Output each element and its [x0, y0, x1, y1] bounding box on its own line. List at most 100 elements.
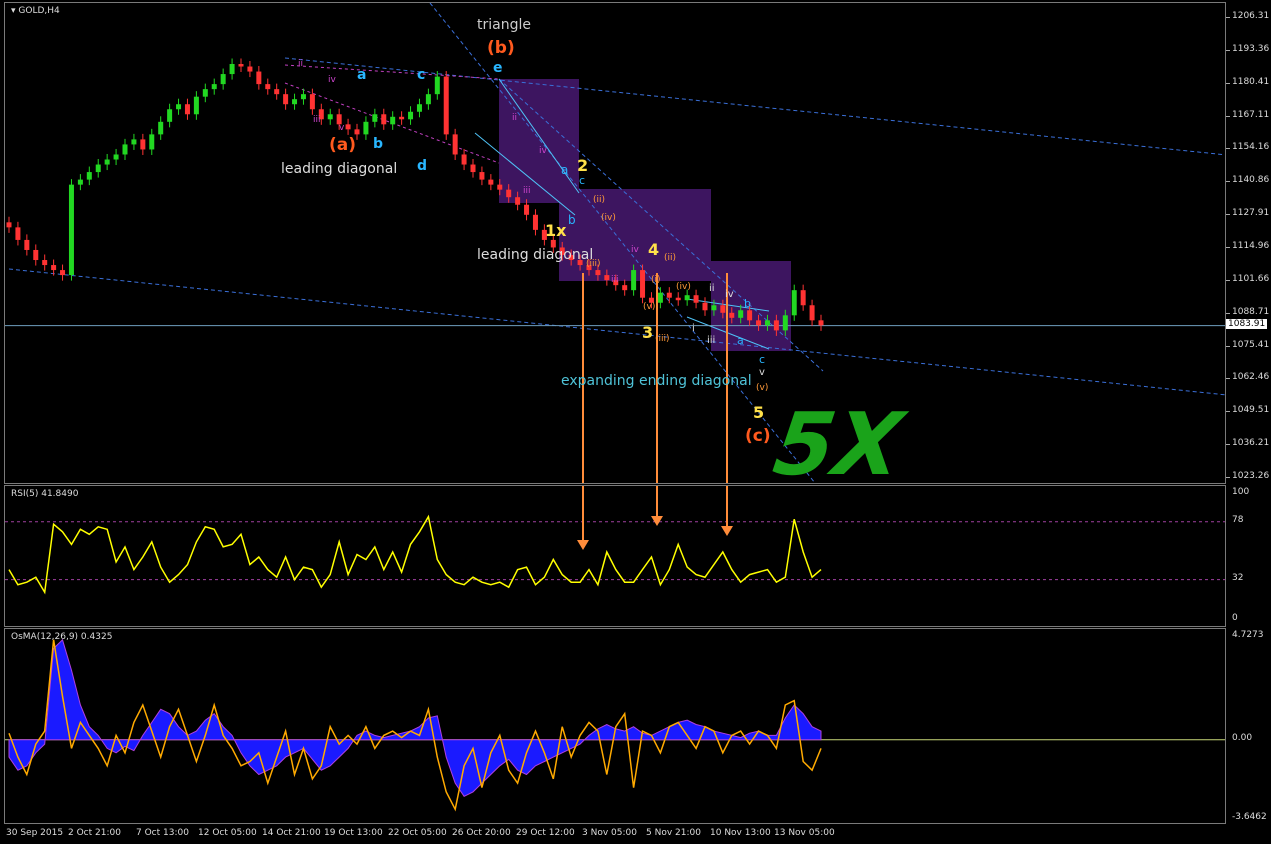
candle-body [711, 305, 717, 311]
time-tick-label: 3 Nov 05:00 [582, 828, 637, 838]
price-tick-mark [1226, 411, 1230, 413]
candle-body [95, 164, 101, 173]
candle-body [292, 99, 298, 105]
osma-axis[interactable]: 4.7273 0.00 -3.6462 [1226, 628, 1271, 824]
label-small-c-4: c [759, 353, 766, 366]
candle-body [657, 292, 663, 303]
candle-body [256, 71, 262, 85]
candle-body [300, 94, 306, 100]
candle-body [247, 66, 253, 72]
candle-body [6, 222, 12, 228]
candle-body [211, 84, 217, 90]
candle-body [149, 134, 155, 150]
price-tick-label: 1140.86 [1232, 175, 1270, 186]
candle-body [443, 76, 449, 135]
candle-body [113, 154, 119, 160]
candle-body [782, 315, 788, 331]
rsi-tick-label: 78 [1232, 514, 1244, 525]
candle-body [809, 305, 815, 321]
label-leading-diagonal-1: leading diagonal [281, 161, 398, 177]
label-small-b-2: b [568, 213, 576, 227]
rsi-pane[interactable]: RSI(5) 41.8490 [4, 485, 1226, 627]
label-small-ii-4: ii [709, 283, 715, 294]
candle-body [497, 184, 503, 190]
candle-body [345, 124, 351, 130]
price-axis[interactable]: 1206.31 1193.36 1180.41 1167.11 1154.16 1140.… [1226, 2, 1271, 484]
time-tick-label: 14 Oct 21:00 [262, 828, 321, 838]
rsi-title: RSI(5) 41.8490 [11, 489, 79, 499]
price-tick-label: 1167.11 [1232, 109, 1270, 120]
candle-body [354, 129, 360, 135]
candle-body [363, 121, 369, 135]
candle-body [220, 74, 226, 85]
candle-body [283, 94, 289, 105]
price-chart-pane[interactable]: ▾ GOLD,H4 triangle (b) e a c b d (a) lea… [4, 2, 1226, 484]
price-tick-mark [1226, 247, 1230, 248]
candle-body [595, 270, 601, 276]
current-price-tag: 1083.91 [1226, 318, 1268, 329]
rsi-axis[interactable]: 100 78 32 0 [1226, 485, 1271, 627]
osma-pane[interactable]: OsMA(12,26,9) 0.4325 [4, 628, 1226, 824]
candle-body [15, 227, 21, 240]
time-tick-label: 19 Oct 13:00 [324, 828, 383, 838]
rsi-tick-label: 32 [1232, 572, 1244, 583]
osma-title: OsMA(12,26,9) 0.4325 [11, 632, 113, 642]
candle-body [532, 214, 538, 230]
candle-body [309, 94, 315, 110]
time-tick-label: 30 Sep 2015 [6, 828, 64, 838]
time-tick-label: 13 Nov 05:00 [774, 828, 835, 838]
label-paren-iii-1: (iii) [586, 259, 601, 269]
osma-svg [5, 638, 1225, 812]
label-a: a [357, 67, 367, 83]
time-tick-label: 10 Nov 13:00 [710, 828, 771, 838]
time-tick-label: 2 Oct 21:00 [68, 828, 121, 838]
candle-body [184, 104, 190, 115]
candle-body [640, 270, 646, 298]
wave-zone-box-2 [559, 189, 711, 281]
candle-body [42, 260, 48, 266]
price-tick-label: 1075.41 [1232, 339, 1270, 350]
osma-tick-label: -3.6462 [1232, 812, 1267, 822]
candle-body [24, 239, 30, 250]
candle-body [693, 295, 699, 303]
label-paren-v-4: (v) [756, 383, 769, 393]
candle-body [720, 305, 726, 313]
candle-body [416, 104, 422, 112]
candle-body [60, 270, 66, 276]
candle-body [140, 139, 146, 150]
time-tick-label: 7 Oct 13:00 [136, 828, 189, 838]
price-tick-label: 1193.36 [1232, 43, 1270, 54]
wave-zone-box-1 [499, 79, 579, 203]
candle-body [51, 265, 57, 271]
label-b: b [373, 136, 384, 152]
price-tick-label: 1023.26 [1232, 471, 1270, 481]
price-tick-label: 1127.91 [1232, 208, 1270, 219]
price-tick-label: 1114.96 [1232, 241, 1270, 251]
candle-body [702, 302, 708, 311]
price-tick-mark [1226, 17, 1230, 18]
label-wave-a: (a) [329, 135, 357, 155]
triangle-line-upper [284, 64, 500, 80]
candle-body [622, 285, 628, 291]
candle-body [818, 320, 824, 326]
price-tick-mark [1226, 378, 1230, 380]
label-triangle: triangle [477, 17, 531, 33]
candle-body [738, 310, 744, 318]
label-paren-ii-2: (ii) [664, 253, 677, 263]
candle-body [515, 197, 521, 205]
candle-body [675, 297, 681, 301]
osma-tick-label: 4.7273 [1232, 630, 1264, 640]
price-tick-mark [1226, 312, 1230, 314]
label-paren-iv-1: (iv) [601, 213, 616, 223]
candle-body [506, 189, 512, 198]
label-paren-ii-1: (ii) [593, 195, 606, 205]
candle-body [193, 96, 199, 115]
candle-body [372, 114, 378, 122]
candle-body [167, 109, 173, 122]
label-paren-iii-2: (iii) [655, 334, 670, 344]
price-tick-label: 1101.66 [1232, 273, 1270, 284]
osma-histogram-area [8, 638, 822, 797]
candle-body [425, 94, 431, 105]
label-wave-5: 5 [753, 403, 765, 422]
candle-body [488, 179, 494, 185]
